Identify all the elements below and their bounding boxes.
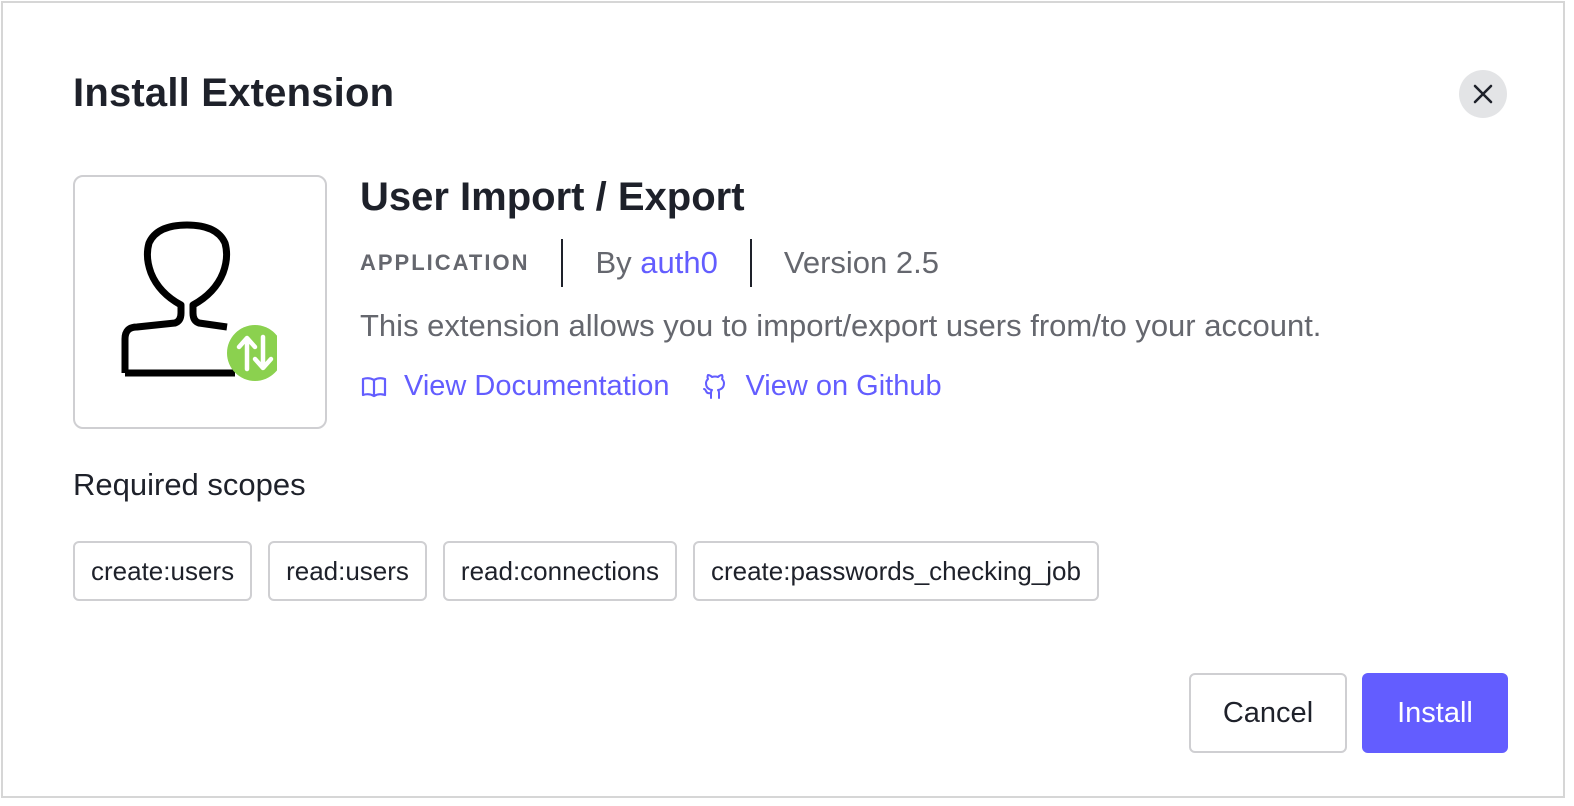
extension-author: By auth0 [563, 245, 749, 281]
dialog-title: Install Extension [73, 71, 395, 115]
scope-tag: create:passwords_checking_job [692, 541, 1099, 601]
user-import-export-icon [121, 221, 297, 387]
required-scopes-heading: Required scopes [73, 467, 306, 502]
extension-version: Version 2.5 [783, 245, 939, 280]
scope-tag: read:connections [442, 541, 677, 601]
extension-type: APPLICATION [360, 250, 530, 275]
extension-meta: APPLICATION By auth0 Version 2.5 [360, 239, 939, 287]
view-documentation-label: View Documentation [404, 370, 670, 402]
author-prefix: By [595, 245, 632, 280]
extension-description: This extension allows you to import/expo… [360, 308, 1322, 343]
author-link[interactable]: auth0 [640, 245, 718, 280]
scopes-list: create:users read:users read:connections… [73, 541, 1115, 601]
scope-tag: create:users [73, 541, 253, 601]
view-github-label: View on Github [745, 370, 942, 402]
extension-name: User Import / Export [360, 175, 745, 219]
cancel-button[interactable]: Cancel [1189, 673, 1347, 753]
scope-tag: read:users [268, 541, 427, 601]
view-github-link[interactable]: View on Github [701, 370, 942, 403]
close-button[interactable] [1459, 70, 1507, 118]
extension-links: View Documentation View on Github [360, 370, 942, 403]
extension-logo [73, 175, 327, 429]
install-extension-dialog: Install Extension User Import / Export A… [1, 1, 1565, 798]
view-documentation-link[interactable]: View Documentation [360, 370, 669, 403]
install-button[interactable]: Install [1362, 673, 1508, 753]
close-icon [1473, 84, 1493, 104]
book-icon [361, 376, 387, 397]
github-icon [703, 373, 726, 399]
